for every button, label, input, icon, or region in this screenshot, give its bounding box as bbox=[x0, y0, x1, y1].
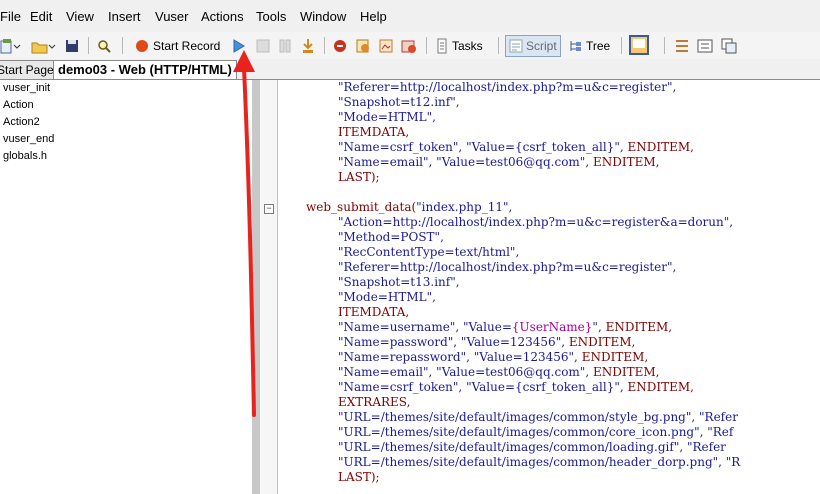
code-line: "Name=username", "Value={UserName}", END… bbox=[338, 320, 673, 334]
code-line: "URL=/themes/site/default/images/common/… bbox=[338, 455, 741, 469]
replay-options-icon[interactable] bbox=[721, 36, 737, 55]
pause-icon[interactable] bbox=[278, 36, 292, 55]
runtime-settings-icon[interactable] bbox=[401, 36, 417, 55]
code-line: ITEMDATA, bbox=[338, 125, 410, 139]
comment-icon[interactable] bbox=[674, 36, 690, 55]
code-line: "RecContentType=text/html", bbox=[338, 245, 520, 259]
tree-item-vuser-init[interactable]: vuser_init bbox=[3, 81, 50, 96]
tab-start-page[interactable]: Start Page bbox=[0, 60, 59, 79]
new-script-icon[interactable] bbox=[0, 36, 22, 55]
tree-view-button[interactable]: Tree bbox=[569, 36, 610, 55]
start-record-label: Start Record bbox=[153, 38, 221, 53]
tree-item-globals[interactable]: globals.h bbox=[3, 149, 47, 164]
start-record-button[interactable]: Start Record bbox=[135, 36, 220, 55]
save-icon[interactable] bbox=[64, 36, 80, 55]
code-editor[interactable]: "Referer=http://localhost/index.php?m=u&… bbox=[278, 80, 820, 494]
menu-file[interactable]: File bbox=[0, 9, 21, 24]
breakpoint-icon[interactable] bbox=[332, 36, 348, 55]
tree-item-vuser-end[interactable]: vuser_end bbox=[3, 132, 54, 147]
menu-vuser[interactable]: Vuser bbox=[155, 9, 188, 24]
toolbar-separator bbox=[324, 37, 325, 54]
script-label: Script bbox=[526, 39, 557, 53]
toolbar-separator bbox=[426, 37, 427, 54]
editor-gutter: − bbox=[260, 80, 278, 494]
script-view-button[interactable]: Script bbox=[505, 35, 561, 57]
code-line: "Snapshot=t13.inf", bbox=[338, 275, 460, 289]
code-line: "Name=csrf_token", "Value={csrf_token_al… bbox=[338, 140, 694, 154]
compile-icon[interactable] bbox=[355, 36, 371, 55]
toolbar-separator bbox=[664, 37, 665, 54]
menu-help[interactable]: Help bbox=[360, 9, 387, 24]
tab-demo03[interactable]: demo03 - Web (HTTP/HTML) bbox=[53, 60, 237, 79]
uncomment-icon[interactable] bbox=[697, 36, 713, 55]
code-line: "Name=repassword", "Value=123456", ENDIT… bbox=[338, 350, 649, 364]
splitter-scrollbar[interactable] bbox=[252, 80, 260, 494]
stop-icon[interactable] bbox=[256, 36, 270, 55]
code-line: "Name=password", "Value=123456", ENDITEM… bbox=[338, 335, 636, 349]
tree-item-action[interactable]: Action bbox=[3, 98, 34, 113]
snapshot-icon[interactable] bbox=[378, 36, 394, 55]
code-line: EXTRARES, bbox=[338, 395, 411, 409]
code-line: "Referer=http://localhost/index.php?m=u&… bbox=[338, 260, 677, 274]
toolbar-separator bbox=[498, 37, 499, 54]
code-line: "Method=POST", bbox=[338, 230, 444, 244]
code-line: LAST); bbox=[338, 170, 380, 184]
step-icon[interactable] bbox=[300, 36, 316, 55]
code-line: "Mode=HTML", bbox=[338, 290, 436, 304]
code-line: "URL=/themes/site/default/images/common/… bbox=[338, 410, 738, 424]
open-folder-icon[interactable] bbox=[30, 36, 56, 55]
script-tree-panel: vuser_init Action Action2 vuser_end glob… bbox=[0, 80, 253, 494]
tree-label: Tree bbox=[586, 38, 611, 53]
code-line: "URL=/themes/site/default/images/common/… bbox=[338, 425, 734, 439]
code-line: "Name=csrf_token", "Value={csrf_token_al… bbox=[338, 380, 694, 394]
code-line: "Name=email", "Value=test06@qq.com", END… bbox=[338, 365, 660, 379]
code-line: web_submit_data("index.php_11", bbox=[306, 200, 513, 214]
menu-insert[interactable]: Insert bbox=[108, 9, 141, 24]
menu-view[interactable]: View bbox=[66, 9, 94, 24]
toolbar-separator bbox=[122, 37, 123, 54]
code-line: "Snapshot=t12.inf", bbox=[338, 95, 460, 109]
toolbar-separator bbox=[88, 37, 89, 54]
username-parameter: {UserName} bbox=[511, 320, 593, 334]
code-line: "Mode=HTML", bbox=[338, 110, 436, 124]
toolbar: Start Record Tasks Script Tree bbox=[0, 32, 820, 60]
code-line: "Name=email", "Value=test06@qq.com", END… bbox=[338, 155, 660, 169]
code-line: LAST); bbox=[338, 470, 380, 484]
document-tabs: Start Page demo03 - Web (HTTP/HTML) bbox=[0, 59, 820, 80]
code-line: "Referer=http://localhost/index.php?m=u&… bbox=[338, 80, 677, 94]
code-line: "URL=/themes/site/default/images/common/… bbox=[338, 440, 726, 454]
menu-window[interactable]: Window bbox=[300, 9, 346, 24]
tasks-label: Tasks bbox=[452, 38, 483, 53]
fold-collapse-icon[interactable]: − bbox=[264, 204, 274, 214]
output-pane-icon[interactable] bbox=[629, 34, 649, 55]
menu-edit[interactable]: Edit bbox=[30, 9, 52, 24]
menu-bar: File Edit View Insert Vuser Actions Tool… bbox=[0, 0, 820, 33]
find-icon[interactable] bbox=[96, 36, 112, 55]
tasks-button[interactable]: Tasks bbox=[436, 36, 483, 55]
toolbar-separator bbox=[621, 37, 622, 54]
code-line: "Action=http://localhost/index.php?m=u&c… bbox=[338, 215, 734, 229]
tree-item-action2[interactable]: Action2 bbox=[3, 115, 40, 130]
menu-tools[interactable]: Tools bbox=[256, 9, 286, 24]
code-line: ITEMDATA, bbox=[338, 305, 410, 319]
menu-actions[interactable]: Actions bbox=[201, 9, 244, 24]
run-icon[interactable] bbox=[232, 36, 246, 55]
